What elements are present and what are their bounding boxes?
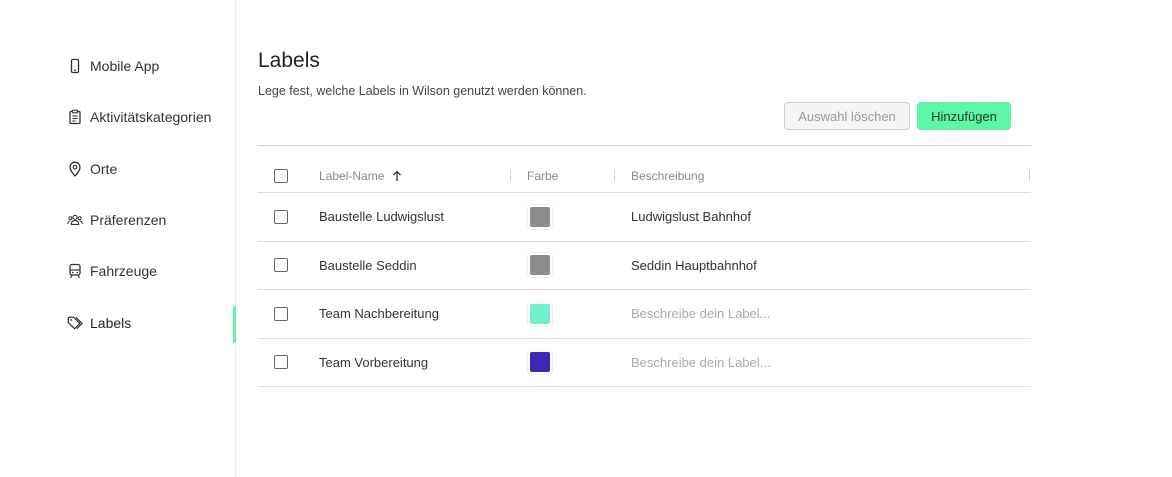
column-header-description: Beschreibung [631, 158, 704, 193]
label-description[interactable]: Ludwigslust Bahnhof [631, 193, 751, 241]
column-header-name-label: Label-Name [319, 168, 385, 183]
sidebar-item-mobile-app[interactable]: Mobile App [66, 54, 234, 78]
row-checkbox[interactable] [274, 355, 288, 370]
color-picker[interactable] [527, 300, 553, 327]
column-separator[interactable] [510, 170, 511, 181]
sort-ascending-icon [393, 170, 402, 181]
column-separator[interactable] [1029, 170, 1030, 181]
label-name: Baustelle Ludwigslust [319, 209, 445, 225]
color-picker[interactable] [527, 349, 553, 376]
column-separator[interactable] [614, 170, 615, 181]
labels-table: Label-Name Farbe Beschreibung Baustelle … [258, 158, 1031, 387]
smartphone-icon [66, 57, 84, 75]
column-header-color-label: Farbe [527, 168, 559, 183]
page-subtitle: Lege fest, welche Labels in Wilson genut… [258, 84, 587, 98]
clipboard-icon [66, 108, 84, 126]
label-description-placeholder[interactable]: Beschreibe dein Label... [631, 290, 770, 338]
row-checkbox[interactable] [274, 306, 288, 321]
sidebar-item-praeferenzen[interactable]: Präferenzen [66, 208, 234, 232]
page-title: Labels [258, 49, 320, 72]
color-swatch [530, 255, 550, 276]
table-header: Label-Name Farbe Beschreibung [258, 158, 1031, 193]
sidebar-item-label: Präferenzen [90, 212, 167, 228]
color-picker[interactable] [527, 203, 553, 230]
sidebar-item-aktivitaetskategorien[interactable]: Aktivitätskategorien [66, 105, 234, 129]
sidebar-item-fahrzeuge[interactable]: Fahrzeuge [66, 259, 234, 283]
table-row[interactable]: Team Vorbereitung Beschreibe dein Label.… [258, 339, 1031, 387]
sidebar-item-labels[interactable]: Labels [66, 311, 234, 335]
table-row[interactable]: Team Nachbereitung Beschreibe dein Label… [258, 290, 1031, 339]
label-name: Baustelle Seddin [319, 257, 417, 273]
app-root: Mobile App Aktivitätskategorien Orte Prä… [0, 0, 1172, 477]
label-name: Team Vorbereitung [319, 354, 429, 370]
select-all-checkbox[interactable] [274, 168, 288, 183]
column-header-description-label: Beschreibung [631, 168, 705, 183]
active-indicator [233, 306, 236, 343]
table-row[interactable]: Baustelle Seddin Seddin Hauptbahnhof [258, 242, 1031, 290]
column-header-name[interactable]: Label-Name [319, 158, 402, 193]
color-swatch [530, 303, 550, 324]
color-picker[interactable] [527, 252, 553, 279]
select-all-cell [274, 158, 288, 193]
train-icon [66, 262, 84, 280]
divider [258, 145, 1031, 146]
column-header-color: Farbe [527, 158, 558, 193]
tag-icon [66, 314, 84, 332]
sidebar-item-label: Fahrzeuge [90, 263, 157, 279]
sidebar-item-label: Mobile App [90, 58, 160, 74]
sidebar-item-label: Aktivitätskategorien [90, 109, 212, 125]
color-swatch [530, 206, 550, 227]
table-row[interactable]: Baustelle Ludwigslust Ludwigslust Bahnho… [258, 193, 1031, 242]
label-description[interactable]: Seddin Hauptbahnhof [631, 242, 757, 290]
add-label-button[interactable]: Hinzufügen [917, 102, 1011, 130]
clear-selection-button[interactable]: Auswahl löschen [784, 102, 910, 130]
users-icon [66, 211, 84, 229]
label-name: Team Nachbereitung [319, 306, 439, 322]
row-checkbox[interactable] [274, 258, 288, 273]
map-pin-icon [66, 160, 84, 178]
settings-sidebar: Mobile App Aktivitätskategorien Orte Prä… [0, 0, 236, 477]
sidebar-item-label: Labels [90, 315, 132, 331]
sidebar-item-label: Orte [90, 161, 118, 177]
label-description-placeholder[interactable]: Beschreibe dein Label... [631, 339, 770, 387]
sidebar-item-orte[interactable]: Orte [66, 157, 234, 181]
row-checkbox[interactable] [274, 209, 288, 224]
color-swatch [530, 352, 550, 373]
